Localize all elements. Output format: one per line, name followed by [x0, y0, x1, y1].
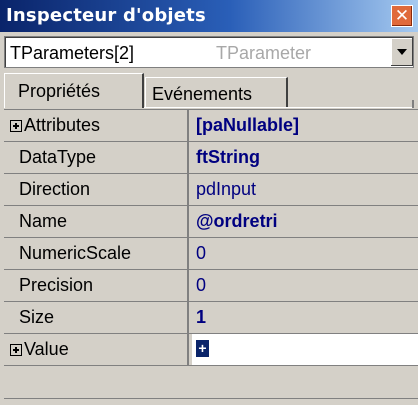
property-name: Attributes [4, 110, 189, 141]
property-value[interactable]: [paNullable] [192, 110, 418, 141]
property-value[interactable]: 1 [192, 302, 418, 333]
property-value-editor[interactable]: + [192, 334, 418, 365]
expand-plus-icon[interactable] [10, 344, 22, 356]
close-button[interactable]: ✕ [391, 5, 413, 27]
title-bar[interactable]: Inspecteur d'objets ✕ [0, 0, 418, 32]
property-row-size[interactable]: Size 1 [4, 301, 418, 333]
property-row-direction[interactable]: Direction pdInput [4, 173, 418, 205]
property-row-value[interactable]: Value + [4, 333, 418, 365]
property-name: Value [4, 334, 189, 365]
object-selector[interactable]: TParameters[2] TParameter [4, 36, 414, 68]
property-row-empty [4, 365, 418, 398]
property-name: DataType [4, 142, 189, 173]
property-name: Direction [4, 174, 189, 205]
property-name: Precision [4, 270, 189, 301]
property-row-name[interactable]: Name @ordretri [4, 205, 418, 237]
property-value[interactable]: 0 [192, 238, 418, 269]
grid-bottom-border [4, 398, 418, 399]
window-title: Inspecteur d'objets [6, 5, 206, 26]
tab-events-label: Evénements [152, 84, 253, 104]
selected-object-name: TParameters[2] [10, 43, 135, 63]
property-name: Name [4, 206, 189, 237]
tab-edge [412, 100, 414, 108]
tab-properties-label: Propriétés [18, 81, 101, 101]
property-row-numericscale[interactable]: NumericScale 0 [4, 237, 418, 269]
property-row-attributes[interactable]: Attributes [paNullable] [4, 109, 418, 141]
property-row-datatype[interactable]: DataType ftString [4, 141, 418, 173]
close-icon: ✕ [394, 5, 410, 26]
property-row-precision[interactable]: Precision 0 [4, 269, 418, 301]
object-selector-dropdown-button[interactable] [390, 38, 413, 66]
object-inspector-window: Inspecteur d'objets ✕ TParameters[2] TPa… [0, 0, 418, 405]
property-value[interactable]: @ordretri [192, 206, 418, 237]
expand-plus-icon[interactable] [10, 120, 22, 132]
property-name: Size [4, 302, 189, 333]
property-value[interactable]: pdInput [192, 174, 418, 205]
selected-object-type: TParameter [216, 43, 312, 63]
property-value[interactable]: 0 [192, 270, 418, 301]
chevron-down-icon [397, 49, 407, 55]
property-grid: Attributes [paNullable] DataType ftStrin… [4, 109, 418, 405]
tab-events[interactable]: Evénements [145, 77, 288, 108]
property-name: NumericScale [4, 238, 189, 269]
property-value[interactable]: ftString [192, 142, 418, 173]
plus-icon[interactable]: + [196, 340, 209, 357]
tab-properties[interactable]: Propriétés [4, 73, 144, 108]
